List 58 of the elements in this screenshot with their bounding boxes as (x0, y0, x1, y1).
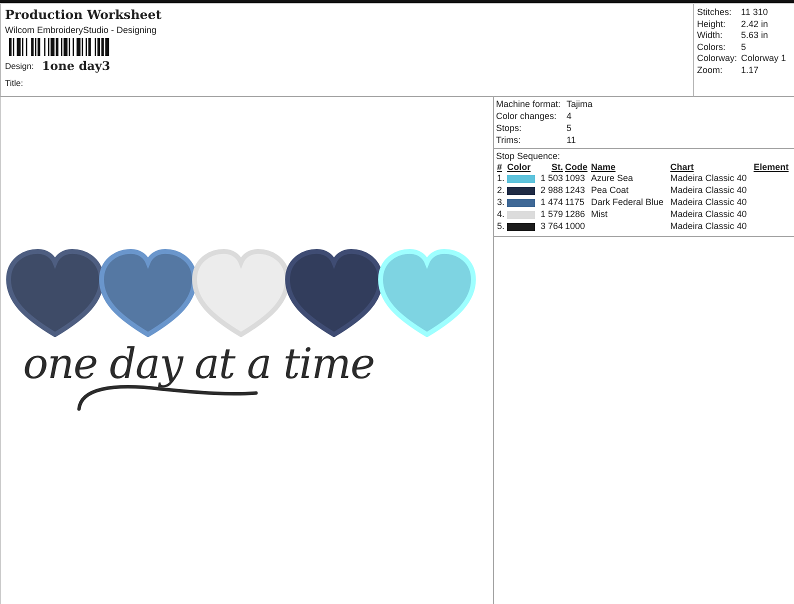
stat-value: 2.42 in (741, 18, 770, 28)
table-cell-text: 3 764 (539, 220, 564, 232)
info-value: Tajima (566, 99, 594, 109)
info-label: Machine format: (496, 99, 561, 109)
info-value: 5 (566, 123, 573, 133)
stat-value: 11 310 (741, 7, 769, 17)
table-cell-text: Madeira Classic 40 (669, 208, 748, 220)
table-cell: Mist (591, 209, 608, 219)
table-cell-text: 1 579 (539, 208, 564, 220)
table-cell-text: 1093 (564, 172, 586, 184)
stat-label: Height: (697, 18, 727, 28)
column-header: Code (564, 162, 588, 172)
stat-value: Colorway 1 (741, 53, 788, 63)
table-cell: Azure Sea (591, 173, 634, 183)
info-value: 11 (566, 135, 577, 145)
column-header: Chart (669, 162, 695, 172)
stat-label: Width: (697, 30, 724, 40)
stat-value: 5 (741, 42, 748, 52)
stat-label: Zoom: (697, 64, 724, 74)
stat-label: Stitches: (697, 7, 733, 17)
table-cell-text: Madeira Classic 40 (669, 196, 748, 208)
stat-label: Colorway: (697, 53, 738, 63)
stat-value: 1.17 (741, 64, 760, 74)
section-title: Stop Sequence: (496, 151, 562, 161)
table-cell-text: 1. (496, 172, 506, 184)
table-cell-text: 1286 (564, 208, 586, 220)
embroidered-lettering: one day at a time (23, 341, 374, 388)
column-header: St. (550, 162, 564, 172)
table-cell-text: 1175 (564, 196, 586, 208)
table-cell-text: 1000 (564, 220, 586, 232)
column-header: # (496, 162, 504, 172)
table-cell-text: Madeira Classic 40 (669, 172, 748, 184)
info-label: Stops: (496, 123, 523, 133)
stat-label: Colors: (697, 42, 727, 52)
table-cell-text: Madeira Classic 40 (669, 184, 748, 196)
info-value: 4 (566, 111, 573, 121)
table-cell-text: 1 474 (539, 196, 564, 208)
column-header: Name (590, 162, 617, 172)
table-cell: Dark Federal Blue (591, 197, 664, 207)
table-cell-text: 1243 (564, 184, 586, 196)
design-name: 1one day3 (42, 59, 110, 73)
column-header: Element (752, 162, 790, 172)
table-cell-text: Madeira Classic 40 (669, 220, 748, 232)
column-header: Color (506, 162, 532, 172)
title-label: Title: (5, 78, 24, 88)
stat-value: 5.63 in (741, 30, 770, 40)
table-cell-text: 5. (496, 220, 506, 232)
info-label: Trims: (496, 135, 522, 145)
table-cell: Pea Coat (591, 185, 629, 195)
info-label: Color changes: (496, 111, 558, 121)
table-cell-text: 4. (496, 208, 506, 220)
table-cell-text: 2. (496, 184, 506, 196)
worksheet-title: Production Worksheet (5, 7, 162, 22)
software-name: Wilcom EmbroideryStudio - Designing (5, 25, 157, 35)
table-cell-text: 2 988 (539, 184, 564, 196)
table-cell-text: 3. (496, 196, 506, 208)
design-label: Design: (5, 61, 34, 71)
table-cell-text: 1 503 (539, 172, 564, 184)
